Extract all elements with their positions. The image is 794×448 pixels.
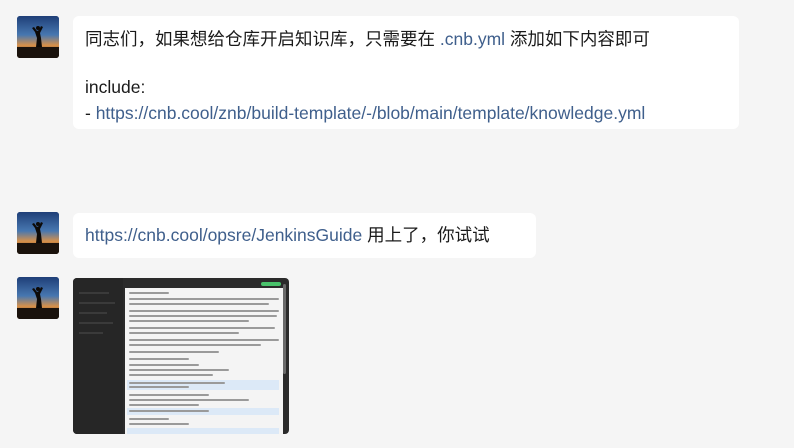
thumbnail-sidebar bbox=[73, 278, 123, 434]
message-text: 同志们，如果想给仓库开启知识库，只需要在 bbox=[85, 29, 440, 49]
thumbnail-document bbox=[125, 288, 283, 434]
avatar[interactable] bbox=[17, 16, 59, 58]
list-dash: - bbox=[85, 103, 96, 123]
message-text: 添加如下内容即可 bbox=[505, 29, 650, 49]
avatar[interactable] bbox=[17, 212, 59, 254]
message-line: 同志们，如果想给仓库开启知识库，只需要在 .cnb.yml 添加如下内容即可 bbox=[85, 26, 727, 52]
knowledge-template-link[interactable]: https://cnb.cool/znb/build-template/-/bl… bbox=[96, 103, 646, 123]
thumbnail-green-button bbox=[261, 282, 281, 286]
cnb-yml-link[interactable]: .cnb.yml bbox=[440, 29, 505, 49]
code-line-url: - https://cnb.cool/znb/build-template/-/… bbox=[85, 100, 727, 126]
avatar[interactable] bbox=[17, 277, 59, 319]
message-text: 用上了，你试试 bbox=[362, 225, 490, 245]
jenkins-guide-link[interactable]: https://cnb.cool/opsre/JenkinsGuide bbox=[85, 225, 362, 245]
thumbnail-scrollbar bbox=[283, 284, 286, 374]
message-bubble: https://cnb.cool/opsre/JenkinsGuide 用上了，… bbox=[73, 213, 536, 258]
code-line-include: include: bbox=[85, 77, 146, 97]
message-bubble: 同志们，如果想给仓库开启知识库，只需要在 .cnb.yml 添加如下内容即可 i… bbox=[73, 16, 739, 129]
image-thumbnail[interactable] bbox=[73, 278, 289, 434]
